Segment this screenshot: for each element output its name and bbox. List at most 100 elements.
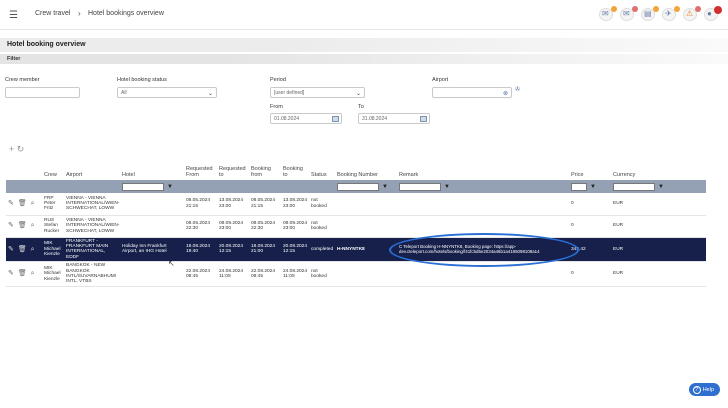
page-title: Hotel booking overview [7, 41, 86, 48]
cell-booking-to: 13.08.2024 23:00 [281, 193, 309, 216]
search-icon[interactable]: ⌕ [31, 270, 36, 277]
search-icon[interactable]: ⌕ [31, 222, 36, 229]
col-hotel[interactable]: Hotel [120, 160, 184, 180]
table-row[interactable]: ✎ 🗑 ⌕ FRP Peter Fritz VIENNA - VIENNA INTE… [6, 193, 706, 216]
cell-price: 0 [569, 261, 611, 287]
cell-remark [397, 193, 569, 216]
cell-booking-from: 22.08.2024 08:45 [249, 261, 281, 287]
question-icon: ? [692, 385, 701, 394]
alert-icon[interactable]: ⚠ [683, 6, 701, 22]
to-date-value: 31.08.2024 [362, 116, 388, 122]
filter-icon[interactable]: ▼ [444, 184, 450, 190]
filter-icon[interactable]: ▼ [658, 184, 664, 190]
chat-icon[interactable]: ✉ [599, 6, 617, 22]
plane-icon[interactable]: ✈ [662, 6, 680, 22]
calendar-icon[interactable]: ▤ [641, 6, 659, 22]
search-icon[interactable]: ⌕ [31, 200, 36, 207]
row-actions: ✎ 🗑 ⌕ [6, 261, 42, 287]
airport-label: Airport [432, 77, 449, 83]
chevron-down-icon: ⌄ [207, 91, 213, 97]
edit-icon[interactable]: ✎ [8, 270, 15, 277]
booking-number-filter-input[interactable] [337, 182, 379, 191]
filter-icon[interactable]: ▼ [167, 184, 173, 190]
menu-icon[interactable]: ☰ [9, 10, 18, 21]
col-requested-to[interactable]: Requested to [217, 160, 249, 180]
col-price[interactable]: Price [569, 160, 611, 180]
delete-icon[interactable]: 🗑 [18, 200, 28, 207]
cell-booking-to: 20.08.2024 12:15 [281, 237, 309, 263]
column-filter-row: ▼ ▼ ▼ ▼ ▼ [6, 180, 706, 193]
cell-booking-to: 08.09.2024 23:00 [281, 215, 309, 238]
table-row[interactable]: ✎ 🗑 ⌕ MIK Michael Kienzle BANGKOK - NEW BA… [6, 261, 706, 287]
to-date-input[interactable]: 31.08.2024 [358, 113, 430, 124]
delete-icon[interactable]: 🗑 [18, 222, 28, 229]
airport-search-icon[interactable]: ✇ [515, 86, 520, 93]
cell-requested-to: 24.08.2024 11:05 [217, 261, 249, 287]
remark-filter-input[interactable] [399, 182, 441, 191]
calendar-icon[interactable] [420, 116, 427, 122]
crew-member-input[interactable] [5, 87, 80, 98]
breadcrumb-separator-icon: › [78, 9, 81, 18]
price-filter-input[interactable] [571, 182, 587, 191]
col-remark[interactable]: Remark [397, 160, 569, 180]
table-row[interactable]: ✎ 🗑 ⌕ RUS Stefan Rucker VIENNA - VIENNA IN… [6, 215, 706, 238]
status-select[interactable]: All ⌄ [117, 87, 217, 98]
cell-remark [397, 215, 569, 238]
cell-booking-from: 08.05.2024 21:15 [249, 193, 281, 216]
cell-currency: EUR [611, 261, 706, 287]
edit-icon[interactable]: ✎ [8, 222, 15, 229]
clear-icon[interactable]: ⊗ [503, 90, 508, 97]
table-row-selected[interactable]: ✎ 🗑 ⌕ MIK Michael Kienzle FRANKFURT - FRAN… [6, 237, 706, 263]
currency-filter-input[interactable] [613, 182, 655, 191]
mail-icon[interactable]: ✉ [620, 6, 638, 22]
add-refresh-controls: + ↻ [9, 144, 24, 155]
breadcrumb-hotel-bookings: Hotel bookings overview [88, 10, 164, 17]
cell-airport: FRANKFURT - FRANKFURT MAIN INTERNATIONAL… [64, 237, 120, 263]
col-status[interactable]: Status [309, 160, 335, 180]
cell-price: 0 [569, 215, 611, 238]
chevron-down-icon: ⌄ [355, 91, 361, 97]
refresh-icon[interactable]: ↻ [17, 144, 25, 154]
calendar-icon[interactable] [332, 116, 339, 122]
cell-status: not booked [309, 215, 335, 238]
add-icon[interactable]: + [9, 144, 14, 154]
filter-label: Filter [7, 56, 21, 62]
cell-airport: VIENNA - VIENNA INTERNATIONAL/WIEN-SCHWE… [64, 193, 120, 216]
airport-input[interactable]: ⊗ [432, 87, 512, 98]
cell-remark: C Teleport Booking H-NNYNTK8, Booking pa… [397, 237, 569, 263]
delete-icon[interactable]: 🗑 [18, 270, 28, 277]
col-airport[interactable]: Airport [64, 160, 120, 180]
to-label: To [358, 104, 364, 110]
cell-booking-number [335, 215, 397, 238]
cell-booking-from: 18.08.2024 21:00 [249, 237, 281, 263]
help-button[interactable]: ? Help [688, 383, 720, 396]
notification-icon[interactable]: ● [704, 6, 722, 22]
filter-icon[interactable]: ▼ [382, 184, 388, 190]
col-booking-number[interactable]: Booking Number [335, 160, 397, 180]
cell-booking-to: 24.08.2024 11:05 [281, 261, 309, 287]
filter-icon[interactable]: ▼ [590, 184, 596, 190]
col-booking-from[interactable]: Booking from [249, 160, 281, 180]
period-select[interactable]: [user defined] ⌄ [270, 87, 365, 98]
cell-crew: FRP Peter Fritz [42, 193, 64, 216]
breadcrumb-crew-travel[interactable]: Crew travel [35, 10, 70, 17]
cell-remark [397, 261, 569, 287]
edit-icon[interactable]: ✎ [8, 246, 15, 253]
col-crew[interactable]: Crew [42, 160, 64, 180]
col-requested-from[interactable]: Requested From [184, 160, 217, 180]
status-value: All [121, 90, 127, 96]
col-currency[interactable]: Currency [611, 160, 706, 180]
bookings-table: Crew Airport Hotel Requested From Reques… [6, 160, 706, 287]
col-booking-to[interactable]: Booking to [281, 160, 309, 180]
cell-booking-number: H-NNYNTK8 [335, 237, 397, 263]
hotel-filter-input[interactable] [122, 182, 164, 191]
cell-requested-from: 22.08.2024 08:45 [184, 261, 217, 287]
delete-icon[interactable]: 🗑 [18, 246, 28, 253]
cell-booking-from: 08.05.2024 22:30 [249, 215, 281, 238]
from-date-input[interactable]: 01.08.2024 [270, 113, 342, 124]
mouse-cursor-icon: ↖ [168, 259, 175, 268]
cell-airport: VIENNA - VIENNA INTERNATIONAL/WIEN-SCHWE… [64, 215, 120, 238]
from-label: From [270, 104, 283, 110]
search-icon[interactable]: ⌕ [31, 246, 36, 253]
edit-icon[interactable]: ✎ [8, 200, 15, 207]
